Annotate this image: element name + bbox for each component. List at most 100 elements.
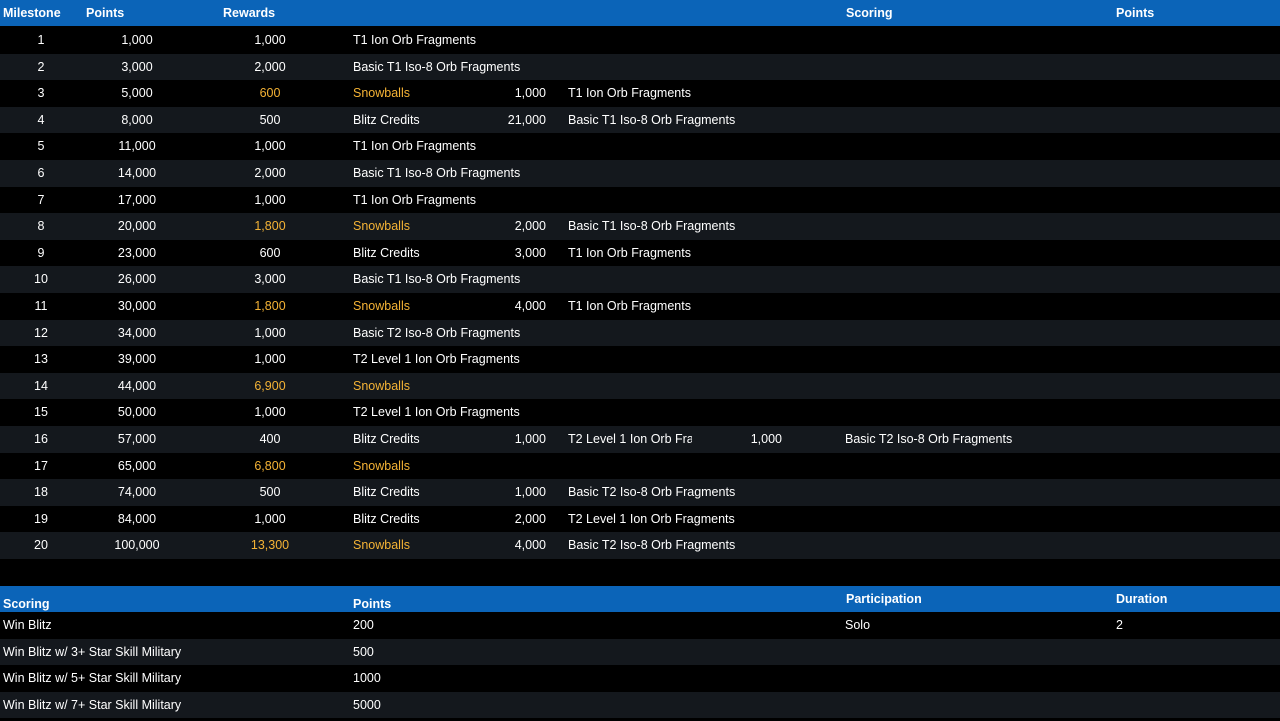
header-scoring-label: Scoring xyxy=(3,597,50,611)
header-scoring: Scoring xyxy=(846,6,893,20)
reward-item: Snowballs xyxy=(353,219,410,234)
milestone-number: 18 xyxy=(34,485,48,500)
reward-quantity: 1,000 xyxy=(254,405,286,420)
reward-quantity: 2,000 xyxy=(254,166,286,180)
reward-quantity: 1,000 xyxy=(254,139,286,154)
reward-quantity: 4,000 xyxy=(514,299,546,313)
reward-quantity: 600 xyxy=(259,86,281,101)
reward-quantity: 1,000 xyxy=(514,485,546,500)
reward-quantity: 3,000 xyxy=(254,272,286,287)
reward-item: T2 Level 1 Ion Orb Fragments xyxy=(353,352,520,367)
reward-item: Blitz Credits xyxy=(353,432,420,446)
reward-quantity: 2,000 xyxy=(254,59,286,74)
milestone-points: 14,000 xyxy=(117,166,157,180)
milestone-points: 23,000 xyxy=(117,245,157,260)
milestone-number: 3 xyxy=(37,86,45,101)
reward-item: Basic T1 Iso-8 Orb Fragments xyxy=(568,112,736,127)
milestone-number: 13 xyxy=(34,352,48,367)
milestone-points: 50,000 xyxy=(117,405,157,420)
table-row: 6 14,000 2,000 Basic T1 Iso-8 Orb Fragments xyxy=(0,160,1280,187)
reward-item: T2 Level 1 Ion Orb Fragments xyxy=(353,405,520,420)
scoring-points: 200 xyxy=(353,618,374,632)
milestone-points: 5,000 xyxy=(121,86,153,101)
milestone-number: 14 xyxy=(34,378,48,393)
milestone-points: 57,000 xyxy=(117,432,157,446)
reward-quantity: 1,000 xyxy=(254,325,286,340)
reward-item: Basic T2 Iso-8 Orb Fragments xyxy=(568,485,736,500)
reward-item: Basic T2 Iso-8 Orb Fragments xyxy=(845,432,1013,446)
header-scoring-points: Points xyxy=(353,597,392,611)
reward-quantity: 13,300 xyxy=(250,538,290,553)
milestone-number: 17 xyxy=(34,458,48,473)
reward-quantity: 4,000 xyxy=(514,538,546,553)
reward-quantity: 2,000 xyxy=(514,511,546,526)
reward-quantity: 1,000 xyxy=(254,511,286,526)
reward-item: Basic T2 Iso-8 Orb Fragments xyxy=(568,538,736,553)
table-row: 12 34,000 1,000 Basic T2 Iso-8 Orb Fragment… xyxy=(0,319,1280,347)
milestone-points: 3,000 xyxy=(121,59,153,74)
reward-item: Basic T2 Iso-8 Orb Fragments xyxy=(353,325,521,340)
reward-quantity: 1,000 xyxy=(514,432,546,446)
milestone-points: 11,000 xyxy=(118,139,156,154)
participation-value: Solo xyxy=(845,618,871,632)
milestone-number: 19 xyxy=(34,511,48,526)
header-points: Points xyxy=(86,6,125,20)
table-row: 4 8,000 500 Blitz Credits 21,000 Basic T1 Iso… xyxy=(0,106,1280,134)
scoring-header-row: Scoring Points Participation Duration xyxy=(0,586,1280,612)
table-row: 3 5,000 600 Snowballs 1,000 T1 Ion Orb Fragme… xyxy=(0,80,1280,107)
milestone-number: 4 xyxy=(37,112,45,127)
reward-item: T1 Ion Orb Fragments xyxy=(568,299,691,313)
header-milestone: Milestone xyxy=(3,6,61,20)
milestone-points: 39,000 xyxy=(117,352,157,367)
reward-quantity: 6,800 xyxy=(254,458,286,473)
scoring-points: 5000 xyxy=(353,697,381,712)
table-row: Win Blitz w/ 5+ Star Skill Military 1000 xyxy=(0,665,1280,692)
milestone-number: 8 xyxy=(37,219,45,234)
milestone-number: 1 xyxy=(37,33,45,47)
reward-item: T2 Level 1 Ion Orb Fragments xyxy=(568,511,735,526)
milestone-number: 2 xyxy=(37,59,45,74)
milestone-points: 26,000 xyxy=(117,272,157,287)
scoring-label: Win Blitz w/ 5+ Star Skill Military xyxy=(3,671,182,686)
scoring-label: Win Blitz w/ 7+ Star Skill Military xyxy=(3,697,182,712)
milestone-points: 65,000 xyxy=(117,458,157,473)
header-participation: Participation xyxy=(846,592,922,606)
reward-item: Blitz Credits xyxy=(353,485,420,500)
table-row: 2 3,000 2,000 Basic T1 Iso-8 Orb Fragments xyxy=(0,53,1280,81)
reward-quantity: 500 xyxy=(259,112,281,127)
reward-item: Snowballs xyxy=(353,458,410,473)
table-row: 9 23,000 600 Blitz Credits 3,000 T1 Ion Orb F… xyxy=(0,239,1280,267)
milestone-points: 1,000 xyxy=(121,33,153,47)
table-row: Win Blitz 200 Solo 2 xyxy=(0,612,1280,639)
reward-quantity: 1,800 xyxy=(254,299,286,313)
reward-quantity: 21,000 xyxy=(507,112,546,127)
reward-item: T1 Ion Orb Fragments xyxy=(353,33,476,47)
reward-item: Snowballs xyxy=(353,538,410,553)
table-row: 11 30,000 1,800 Snowballs 4,000 T1 Ion Orb Fr… xyxy=(0,293,1280,320)
reward-item: Snowballs xyxy=(353,378,410,393)
milestone-points: 84,000 xyxy=(117,511,157,526)
milestone-points: 17,000 xyxy=(117,192,157,207)
reward-quantity: 1,000 xyxy=(254,352,286,367)
milestone-number: 12 xyxy=(34,325,48,340)
milestone-number: 7 xyxy=(37,192,45,207)
reward-item: T1 Ion Orb Fragments xyxy=(568,245,691,260)
milestone-points: 74,000 xyxy=(117,485,157,500)
reward-item: T1 Ion Orb Fragments xyxy=(353,139,476,154)
reward-quantity: 400 xyxy=(259,432,281,446)
milestone-points: 30,000 xyxy=(117,299,157,313)
milestone-points: 34,000 xyxy=(117,325,157,340)
reward-item: Basic T1 Iso-8 Orb Fragments xyxy=(353,59,521,74)
reward-item: T1 Ion Orb Fragments xyxy=(353,192,476,207)
scoring-label: Win Blitz w/ 3+ Star Skill Military xyxy=(3,644,182,659)
table-row: 7 17,000 1,000 T1 Ion Orb Fragments xyxy=(0,186,1280,214)
header-duration: Duration xyxy=(1116,592,1168,606)
milestone-number: 15 xyxy=(34,405,48,420)
table-row: 1 1,000 1,000 T1 Ion Orb Fragments xyxy=(0,27,1280,54)
milestone-points: 8,000 xyxy=(121,112,153,127)
reward-item: Blitz Credits xyxy=(353,511,420,526)
table-row: 20 100,000 13,300 Snowballs 4,000 Basic T2 Is… xyxy=(0,532,1280,559)
milestones-header-row: Milestone Points Rewards Scoring Points xyxy=(0,0,1280,26)
reward-quantity: 1,800 xyxy=(254,219,286,234)
table-row: 8 20,000 1,800 Snowballs 2,000 Basic T1 Iso-8… xyxy=(0,213,1280,240)
